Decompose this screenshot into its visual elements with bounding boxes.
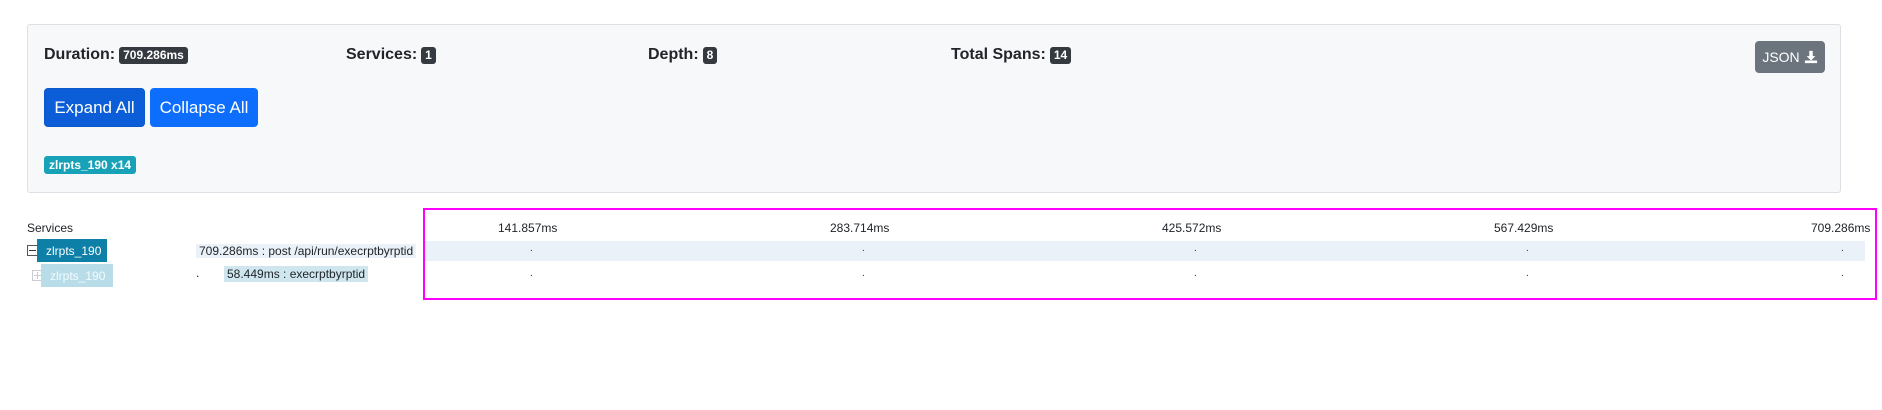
duration-label: Duration: <box>44 46 116 63</box>
json-button-label: JSON <box>1762 49 1800 65</box>
download-icon <box>1804 50 1817 64</box>
timeline-highlight-box <box>423 208 1877 300</box>
service-count-tag[interactable]: zlrpts_190 x14 <box>44 156 137 174</box>
span-name-label[interactable]: 709.286ms : post /api/run/execrptbyrptid <box>196 244 417 258</box>
span-name-label[interactable]: 58.449ms : execrptbyrptid <box>224 266 369 282</box>
services-stat: Services: 1 <box>346 46 436 64</box>
duration-badge: 709.286ms <box>119 46 188 64</box>
depth-stat: Depth: 8 <box>648 46 718 64</box>
service-name-label[interactable]: zlrpts_190 <box>37 239 107 262</box>
duration-stat: Duration: 709.286ms <box>44 46 188 64</box>
depth-badge: 8 <box>702 46 718 64</box>
services-badge: 1 <box>421 46 436 64</box>
collapse-all-button[interactable]: Collapse All <box>150 88 258 127</box>
expand-all-button[interactable]: Expand All <box>44 88 145 127</box>
services-label: Services: <box>346 46 418 63</box>
depth-label: Depth: <box>648 46 699 63</box>
total-spans-label: Total Spans: <box>951 46 1046 63</box>
trace-summary-panel: Duration: 709.286ms Services: 1 Depth: 8… <box>27 24 1841 193</box>
total-spans-badge: 14 <box>1049 46 1072 64</box>
json-download-button[interactable]: JSON <box>1755 41 1825 73</box>
service-name-label[interactable]: zlrpts_190 <box>41 264 113 287</box>
services-column-header: Services <box>27 221 74 235</box>
total-spans-stat: Total Spans: 14 <box>951 46 1072 64</box>
indent-marker: . <box>196 266 200 280</box>
